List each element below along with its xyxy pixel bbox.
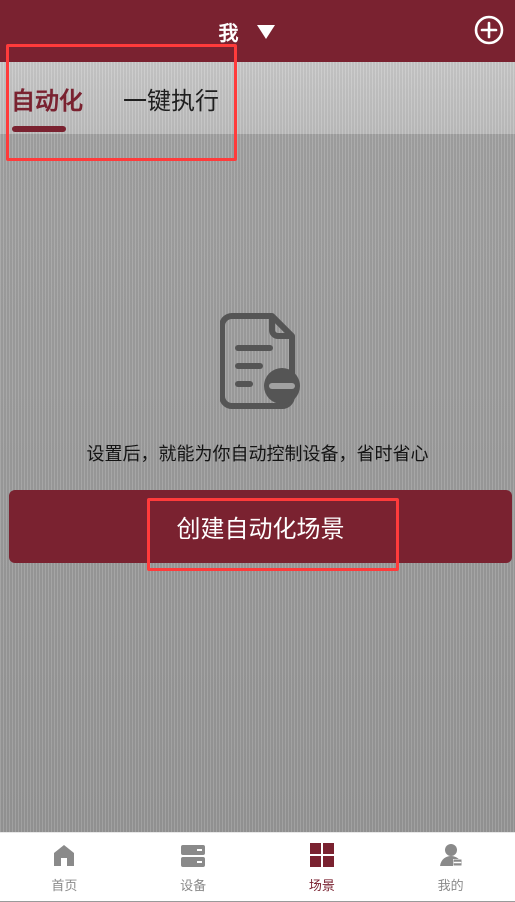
empty-state-message: 设置后，就能为你自动控制设备，省时省心 <box>86 444 429 465</box>
nav-devices[interactable]: 设备 <box>129 833 258 902</box>
nav-scenes[interactable]: 场景 <box>258 833 387 902</box>
nav-home[interactable]: 首页 <box>0 833 129 902</box>
nav-profile[interactable]: 我的 <box>386 833 515 902</box>
home-icon <box>54 845 75 866</box>
active-tab-indicator <box>12 126 66 132</box>
header-title: 我 <box>218 20 239 45</box>
scene-tabs: 自动化 一键执行 <box>0 62 515 134</box>
tab-automation-label: 自动化 <box>11 86 83 115</box>
tab-one-click[interactable]: 一键执行 <box>123 62 219 134</box>
caret-down-icon[interactable] <box>256 25 275 39</box>
bottom-navigation: 首页 设备 场景 我的 <box>0 832 515 901</box>
user-icon <box>439 844 462 866</box>
nav-profile-label: 我的 <box>437 879 464 894</box>
create-automation-label: 创建自动化场景 <box>176 515 345 543</box>
content-area <box>0 134 515 832</box>
create-automation-button[interactable]: 创建自动化场景 <box>9 490 512 563</box>
header-title-area[interactable]: 我 <box>0 0 515 62</box>
document-minus-icon <box>220 313 300 409</box>
scene-grid-icon <box>309 843 334 867</box>
add-button[interactable] <box>473 14 505 46</box>
tab-automation[interactable]: 自动化 <box>11 62 83 134</box>
nav-devices-label: 设备 <box>180 879 207 894</box>
tab-one-click-label: 一键执行 <box>123 86 219 115</box>
device-icon <box>181 845 206 867</box>
nav-home-label: 首页 <box>51 879 78 894</box>
nav-scenes-label: 场景 <box>308 879 335 894</box>
app-header: 我 <box>0 0 515 62</box>
plus-circle-icon <box>474 15 504 45</box>
